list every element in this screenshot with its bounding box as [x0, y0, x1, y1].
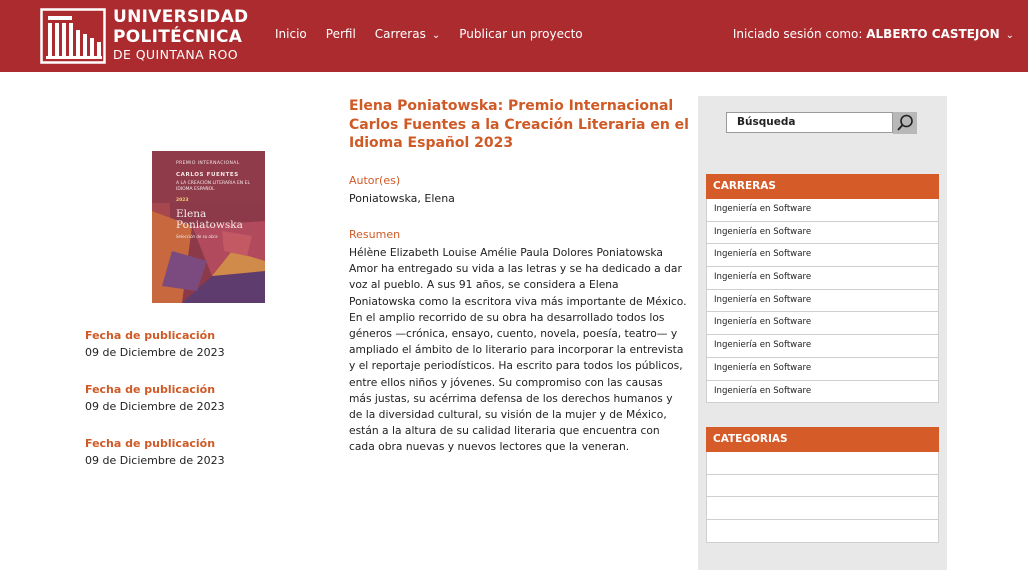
university-building-icon [40, 8, 106, 64]
categorias-panel: CATEGORIAS [706, 427, 939, 543]
summary-label: Resumen [349, 228, 401, 241]
logo-line-2: POLITÉCNICA [113, 27, 243, 47]
book-cover-image: PREMIO INTERNACIONAL CARLOS FUENTES A LA… [152, 151, 265, 303]
carreras-panel-title: CARRERAS [706, 174, 939, 199]
cover-line-1: PREMIO INTERNACIONAL [176, 161, 240, 166]
cover-caption: Selección de su obra [176, 234, 218, 239]
main-nav: Inicio Perfil Carreras ⌄ Publicar un proy… [275, 27, 602, 41]
list-item[interactable]: Ingeniería en Software [706, 380, 939, 404]
user-session-menu[interactable]: Iniciado sesión como: ALBERTO CASTEJON ⌄ [733, 27, 1014, 41]
nav-carreras[interactable]: Carreras ⌄ [375, 27, 440, 41]
publication-date-label: Fecha de publicación [85, 329, 216, 342]
publication-date-label: Fecha de publicación [85, 437, 216, 450]
chevron-down-icon: ⌄ [1005, 30, 1014, 41]
list-item[interactable]: Ingeniería en Software [706, 199, 939, 222]
top-navbar: UNIVERSIDAD POLITÉCNICA DE QUINTANA ROO … [0, 0, 1028, 72]
publication-date-value: 09 de Diciembre de 2023 [85, 346, 225, 359]
summary-text: Hélène Elizabeth Louise Amélie Paula Dol… [349, 246, 687, 454]
publication-date-value: 09 de Diciembre de 2023 [85, 400, 225, 413]
categorias-panel-title: CATEGORIAS [706, 427, 939, 452]
session-username: ALBERTO CASTEJON [866, 27, 1000, 41]
list-item[interactable]: Ingeniería en Software [706, 244, 939, 268]
search-button[interactable] [893, 112, 917, 134]
nav-perfil[interactable]: Perfil [326, 27, 356, 41]
list-item[interactable]: Ingeniería en Software [706, 289, 939, 313]
publication-date-block: Fecha de publicación 09 de Diciembre de … [85, 383, 225, 415]
list-item[interactable]: Ingeniería en Software [706, 335, 939, 358]
list-item[interactable] [706, 474, 939, 498]
session-label: Iniciado sesión como: [732, 27, 863, 41]
chevron-down-icon: ⌄ [431, 30, 441, 41]
carreras-panel: CARRERAS Ingeniería en Software Ingenier… [706, 174, 939, 404]
cover-line-3: A LA CREACIÓN LITERARIA EN EL IDIOMA ESP… [176, 181, 250, 192]
list-item[interactable]: Ingeniería en Software [706, 357, 939, 381]
publication-date-value: 09 de Diciembre de 2023 [85, 454, 225, 467]
cover-author: Elena Poniatowska [176, 208, 243, 231]
sidebar: Búsqueda CARRERAS Ingeniería en Software… [698, 96, 947, 570]
cover-year: 2023 [176, 198, 189, 203]
university-logo[interactable]: UNIVERSIDAD POLITÉCNICA DE QUINTANA ROO [40, 7, 248, 66]
nav-carreras-label: Carreras [374, 27, 426, 41]
list-item[interactable]: Ingeniería en Software [706, 312, 939, 336]
publication-date-block: Fecha de publicación 09 de Diciembre de … [85, 329, 225, 361]
logo-line-1: UNIVERSIDAD [113, 7, 249, 27]
list-item[interactable] [706, 520, 939, 543]
publication-date-label: Fecha de publicación [85, 383, 216, 396]
list-item[interactable]: Ingeniería en Software [706, 221, 939, 245]
cover-line-2: CARLOS FUENTES [176, 172, 239, 178]
publication-date-block: Fecha de publicación 09 de Diciembre de … [85, 437, 225, 469]
list-item[interactable] [706, 497, 939, 521]
nav-inicio[interactable]: Inicio [275, 27, 307, 41]
nav-publicar-proyecto[interactable]: Publicar un proyecto [459, 27, 582, 41]
authors-value: Poniatowska, Elena [349, 192, 455, 205]
list-item[interactable]: Ingeniería en Software [706, 267, 939, 290]
logo-line-3: DE QUINTANA ROO [113, 47, 238, 62]
article-title: Elena Poniatowska: Premio Internacional … [349, 98, 689, 151]
search-input[interactable]: Búsqueda [726, 112, 893, 133]
list-item[interactable] [706, 452, 939, 475]
authors-label: Autor(es) [349, 174, 401, 187]
search-icon [897, 114, 913, 131]
